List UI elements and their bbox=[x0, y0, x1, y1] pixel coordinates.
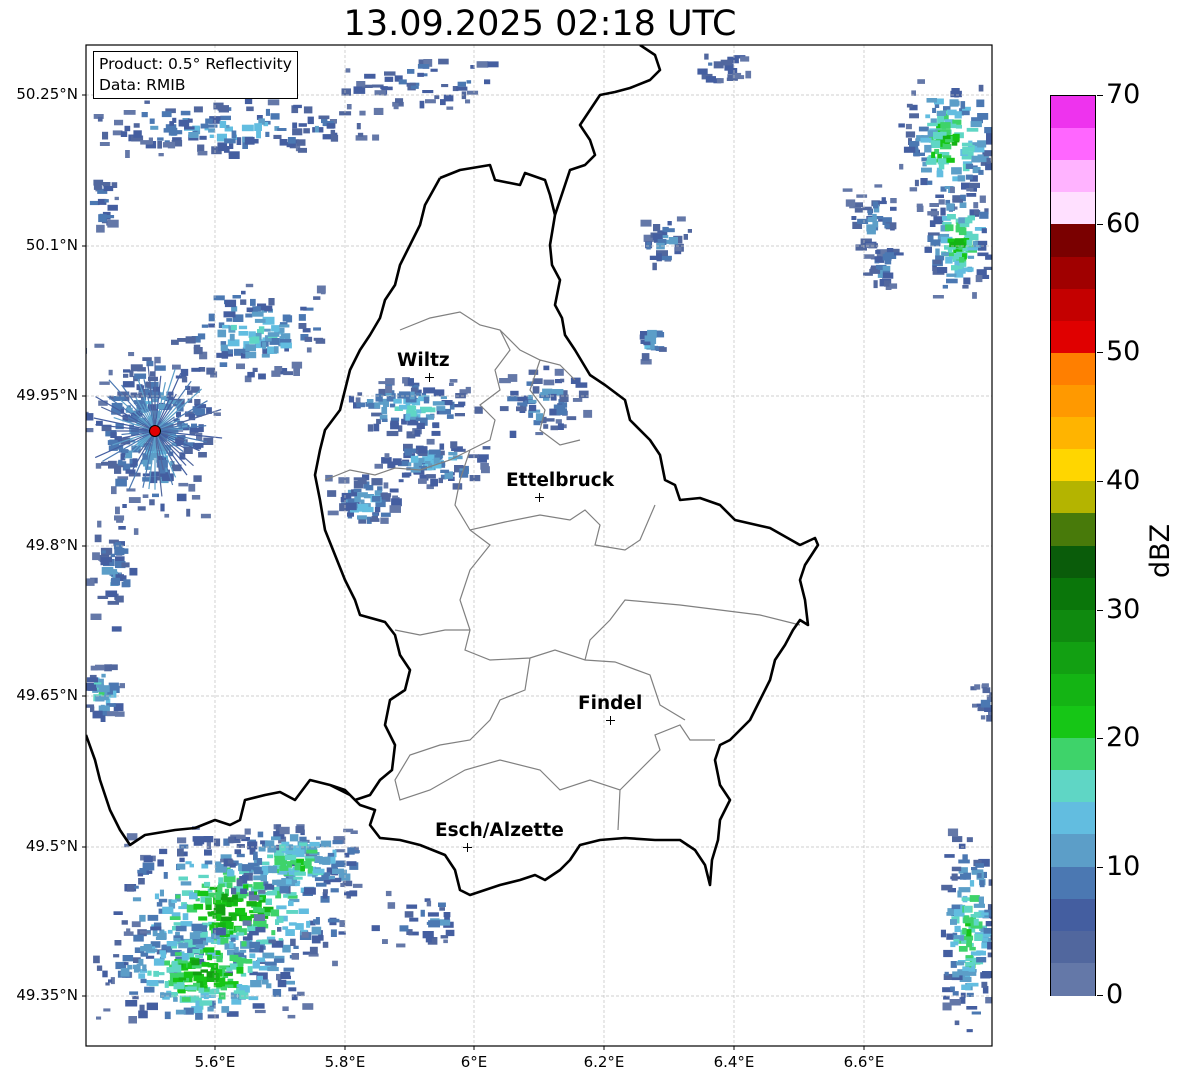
colorbar-segment bbox=[1051, 256, 1095, 290]
lat-label: 49.65°N bbox=[16, 686, 78, 704]
colorbar-segment bbox=[1051, 545, 1095, 579]
lat-label: 49.8°N bbox=[25, 536, 78, 554]
colorbar-label: 40 bbox=[1106, 465, 1141, 496]
colorbar-segment bbox=[1051, 673, 1095, 707]
lon-label: 6.6°E bbox=[843, 1053, 885, 1071]
info-box: Product: 0.5° Reflectivity Data: RMIB bbox=[93, 51, 298, 99]
colorbar-segment bbox=[1051, 352, 1095, 386]
colorbar-segment bbox=[1051, 962, 1095, 996]
colorbar-segment bbox=[1051, 320, 1095, 354]
colorbar-segment bbox=[1051, 288, 1095, 322]
city-marker-icon bbox=[425, 373, 434, 382]
colorbar-label: 20 bbox=[1106, 722, 1141, 753]
colorbar-label: 50 bbox=[1106, 336, 1141, 367]
city-label-findel: Findel bbox=[578, 693, 643, 714]
city-label-esch-alzette: Esch/Alzette bbox=[435, 820, 564, 841]
city-marker-icon bbox=[535, 493, 544, 502]
lon-label: 6°E bbox=[460, 1053, 488, 1071]
colorbar-tick bbox=[1097, 481, 1103, 482]
lon-label: 5.6°E bbox=[194, 1053, 236, 1071]
lat-label: 50.1°N bbox=[25, 236, 78, 254]
lon-label: 5.8°E bbox=[324, 1053, 366, 1071]
lon-label: 6.4°E bbox=[713, 1053, 755, 1071]
colorbar-tick bbox=[1097, 867, 1103, 868]
city-marker-icon bbox=[463, 843, 472, 852]
colorbar bbox=[1050, 95, 1096, 996]
colorbar-tick bbox=[1097, 224, 1103, 225]
colorbar-segment bbox=[1051, 384, 1095, 418]
colorbar-segment bbox=[1051, 609, 1095, 643]
colorbar-segment bbox=[1051, 128, 1095, 161]
data-source-label: Data: RMIB bbox=[99, 76, 186, 94]
city-marker-icon bbox=[606, 716, 615, 725]
colorbar-segment bbox=[1051, 866, 1095, 900]
radar-map bbox=[82, 44, 993, 1050]
colorbar-segment bbox=[1051, 160, 1095, 193]
colorbar-segment bbox=[1051, 577, 1095, 611]
city-label-wiltz: Wiltz bbox=[397, 350, 450, 371]
colorbar-segment bbox=[1051, 641, 1095, 675]
colorbar-segment bbox=[1051, 930, 1095, 964]
lon-label: 6.2°E bbox=[583, 1053, 625, 1071]
colorbar-label: 30 bbox=[1106, 594, 1141, 625]
colorbar-segment bbox=[1051, 417, 1095, 450]
radar-site-marker bbox=[149, 425, 161, 437]
colorbar-segment bbox=[1051, 224, 1095, 258]
colorbar-segment bbox=[1051, 898, 1095, 932]
colorbar-tick bbox=[1097, 995, 1103, 996]
colorbar-segment bbox=[1051, 770, 1095, 803]
colorbar-unit-label: dBZ bbox=[1145, 523, 1176, 578]
colorbar-label: 70 bbox=[1106, 79, 1141, 110]
lat-label: 50.25°N bbox=[16, 85, 78, 103]
lat-label: 49.5°N bbox=[25, 837, 78, 855]
colorbar-label: 60 bbox=[1106, 208, 1141, 239]
colorbar-label: 10 bbox=[1106, 851, 1141, 882]
city-label-ettelbruck: Ettelbruck bbox=[506, 470, 615, 491]
colorbar-segment bbox=[1051, 513, 1095, 547]
colorbar-tick bbox=[1097, 738, 1103, 739]
product-label: Product: 0.5° Reflectivity bbox=[99, 55, 292, 73]
colorbar-segment bbox=[1051, 802, 1095, 836]
colorbar-label: 0 bbox=[1106, 979, 1124, 1010]
colorbar-segment bbox=[1051, 738, 1095, 771]
colorbar-segment bbox=[1051, 449, 1095, 482]
lat-label: 49.95°N bbox=[16, 386, 78, 404]
colorbar-segment bbox=[1051, 706, 1095, 739]
colorbar-tick bbox=[1097, 95, 1103, 96]
colorbar-segment bbox=[1051, 96, 1095, 129]
colorbar-segment bbox=[1051, 834, 1095, 868]
colorbar-segment bbox=[1051, 481, 1095, 514]
colorbar-tick bbox=[1097, 610, 1103, 611]
colorbar-segment bbox=[1051, 192, 1095, 226]
colorbar-tick bbox=[1097, 352, 1103, 353]
lat-label: 49.35°N bbox=[16, 986, 78, 1004]
